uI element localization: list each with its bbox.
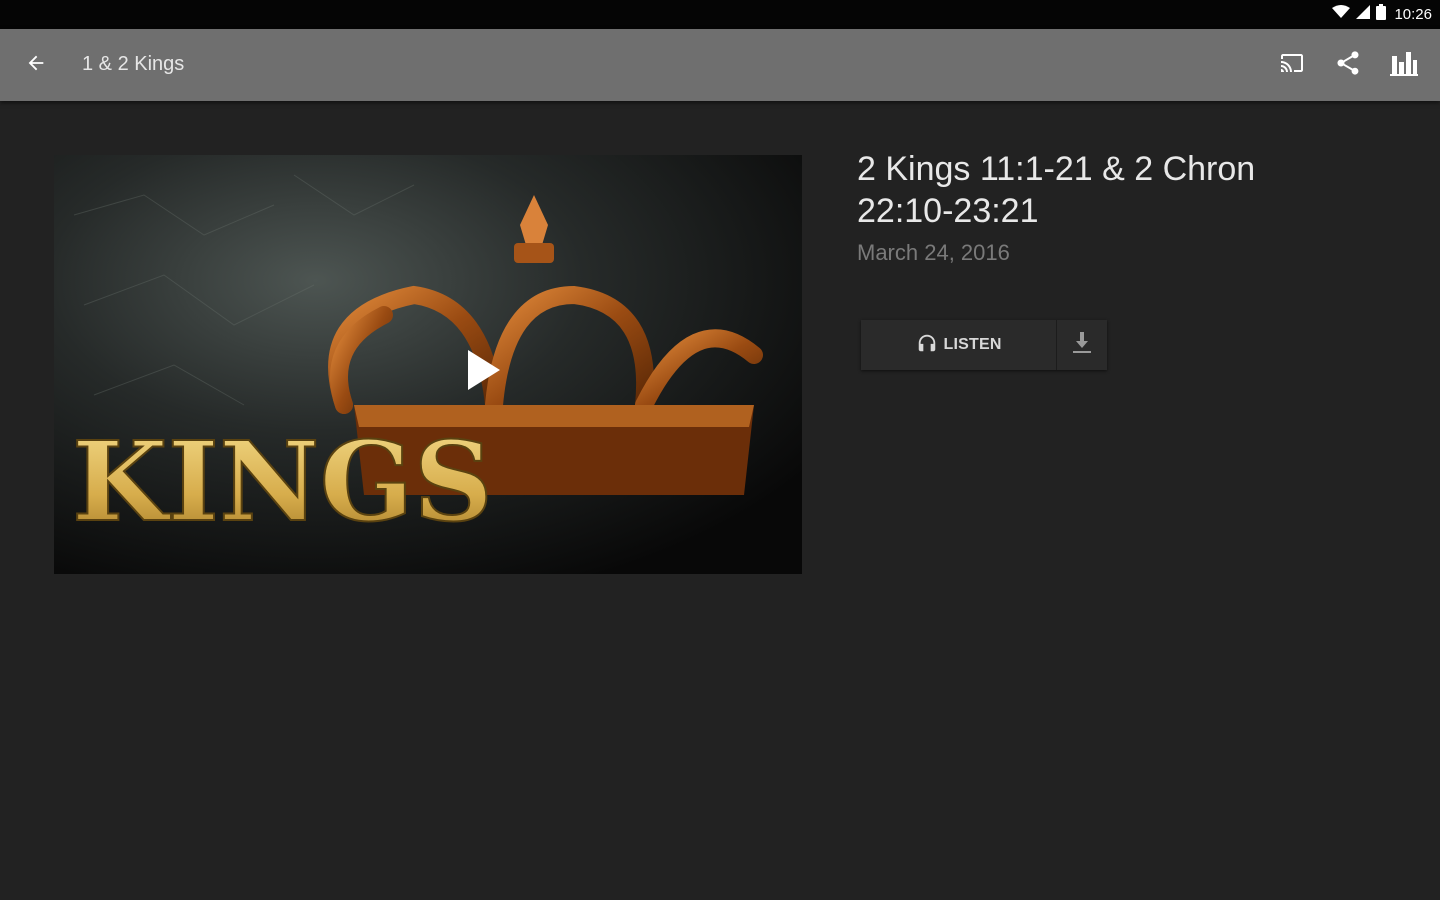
kings-artwork: KINGS xyxy=(54,155,802,574)
stats-button[interactable] xyxy=(1376,43,1432,87)
status-time: 10:26 xyxy=(1394,6,1432,23)
stats-icon xyxy=(1390,50,1418,81)
sermon-date: March 24, 2016 xyxy=(857,240,1010,265)
share-icon xyxy=(1334,49,1362,82)
headphones-icon xyxy=(916,332,938,359)
cast-button[interactable] xyxy=(1264,43,1320,87)
page-title: 1 & 2 Kings xyxy=(82,53,185,75)
play-icon xyxy=(464,348,504,392)
cast-icon xyxy=(1278,51,1306,80)
listen-label: LISTEN xyxy=(943,336,1002,353)
play-button[interactable] xyxy=(454,340,514,400)
sermon-title: 2 Kings 11:1-21 & 2 Chron 22:10-23:21 xyxy=(857,150,1256,230)
status-bar: 10:26 xyxy=(0,0,1440,29)
signal-icon xyxy=(1356,5,1371,24)
share-button[interactable] xyxy=(1320,43,1376,87)
listen-button[interactable]: LISTEN xyxy=(861,320,1056,370)
back-button[interactable] xyxy=(18,47,54,83)
wifi-icon xyxy=(1332,5,1351,24)
app-bar: 1 & 2 Kings xyxy=(0,29,1440,101)
sermon-info: 2 Kings 11:1-21 & 2 Chron 22:10-23:21 Ma… xyxy=(857,148,1397,266)
artwork-title: KINGS xyxy=(72,417,493,546)
video-thumbnail[interactable]: KINGS xyxy=(54,155,802,574)
appbar-actions xyxy=(1264,43,1432,87)
media-actions: LISTEN xyxy=(861,320,1107,370)
status-icons: 10:26 xyxy=(1332,0,1432,29)
download-icon xyxy=(1072,331,1092,359)
download-button[interactable] xyxy=(1056,320,1107,370)
arrow-back-icon xyxy=(25,52,47,79)
battery-icon xyxy=(1376,4,1387,25)
